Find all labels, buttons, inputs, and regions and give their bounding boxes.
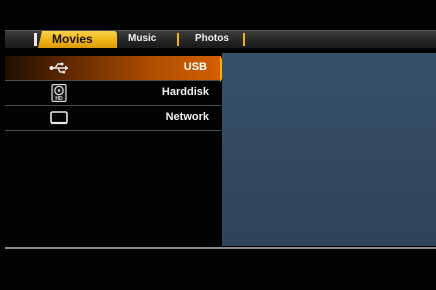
divider — [5, 247, 436, 249]
tab-separator — [34, 33, 37, 46]
source-item-label: Harddisk — [161, 86, 209, 98]
tab-movies[interactable]: Movies — [38, 31, 117, 48]
preview-panel — [222, 53, 436, 246]
source-list: USB HD Harddisk Network — [5, 49, 221, 247]
harddisk-icon: HD — [51, 84, 67, 102]
source-item-network[interactable]: Network — [5, 106, 221, 131]
source-item-label: USB — [183, 61, 207, 73]
tab-separator — [243, 33, 245, 46]
media-player-screen: Movies Music Photos USB HD Harddisk Netw… — [0, 0, 436, 290]
tab-movies-label: Movies — [52, 32, 93, 46]
svg-text:HD: HD — [55, 96, 63, 102]
network-icon — [50, 111, 68, 125]
tab-music[interactable]: Music — [128, 33, 156, 44]
source-item-label: Network — [165, 111, 209, 123]
usb-icon — [49, 62, 69, 74]
source-item-usb[interactable]: USB — [5, 56, 221, 81]
tab-photos[interactable]: Photos — [195, 33, 229, 44]
tab-separator — [177, 33, 179, 46]
source-item-harddisk[interactable]: HD Harddisk — [5, 81, 221, 106]
